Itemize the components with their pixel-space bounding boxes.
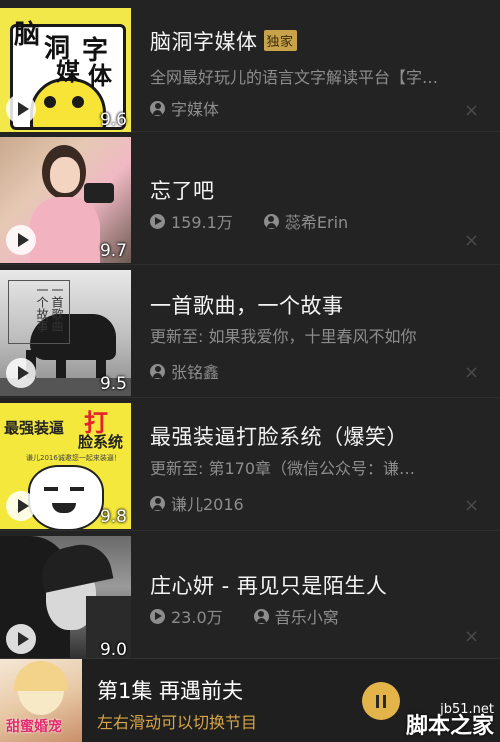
cover-char: 媒 <box>56 58 80 86</box>
author[interactable]: 字媒体 <box>150 96 219 120</box>
exclusive-badge: 独家 <box>263 30 297 51</box>
author-name: 谦儿2016 <box>171 495 244 514</box>
cover-caption: 最强装逼 <box>4 419 65 437</box>
play-count: 159.1万 <box>150 209 233 233</box>
play-icon[interactable] <box>6 358 36 388</box>
pause-icon <box>383 694 386 708</box>
program-meta: 谦儿2016 <box>150 491 270 515</box>
program-subtitle: 全网最好玩儿的语言文字解读平台【字… <box>150 68 439 87</box>
author-name: 张铭鑫 <box>171 363 220 382</box>
program-meta: 张铭鑫 <box>150 359 245 383</box>
list-item[interactable]: 最强装逼 打 脸系统 谦儿2016诚邀您一起来装逼！ 9.8 最强装逼打脸系统（… <box>0 399 500 531</box>
cover-caption: 谦儿2016诚邀您一起来装逼！ <box>26 454 121 462</box>
cover-char: 脑 <box>14 20 41 50</box>
mini-player[interactable]: 甜蜜婚宠 第1集 再遇前夫 左右滑动可以切换节目 jb51.net 脚本之家 <box>0 658 500 742</box>
close-icon[interactable]: × <box>464 364 479 382</box>
program-title: 忘了吧 <box>150 179 215 203</box>
player-hint: 左右滑动可以切换节目 <box>97 713 258 732</box>
cover-image[interactable]: 最强装逼 打 脸系统 谦儿2016诚邀您一起来装逼！ 9.8 <box>0 403 131 529</box>
author-name: 音乐小窝 <box>274 608 339 627</box>
author-name: 蕊希Erin <box>284 213 349 232</box>
rating-score: 9.7 <box>99 241 127 261</box>
player-title: 第1集 再遇前夫 <box>97 679 244 703</box>
cover-char: 体 <box>88 62 112 90</box>
cover-image[interactable]: 一首歌曲一个故事 9.5 <box>0 270 131 396</box>
list-item[interactable]: 一首歌曲一个故事 9.5 一首歌曲，一个故事 更新至: 如果我爱你，十里春风不如… <box>0 266 500 398</box>
rating-score: 9.8 <box>99 507 127 527</box>
play-icon[interactable] <box>6 225 36 255</box>
program-subtitle: 更新至: 第170章（微信公众号：谦… <box>150 459 416 478</box>
watermark-name: 脚本之家 <box>405 714 494 739</box>
cover-image[interactable]: 脑 洞 字 媒 体 9.6 <box>0 8 131 132</box>
program-title: 最强装逼打脸系统（爆笑） <box>150 425 408 449</box>
close-icon[interactable]: × <box>464 628 479 646</box>
program-subtitle: 更新至: 如果我爱你，十里春风不如你 <box>150 327 417 346</box>
pause-button[interactable] <box>362 682 400 720</box>
author[interactable]: 张铭鑫 <box>150 359 219 383</box>
play-icon[interactable] <box>6 94 36 124</box>
rating-score: 9.6 <box>99 110 127 130</box>
list-item[interactable]: 9.7 忘了吧 159.1万 蕊希Erin × <box>0 133 500 265</box>
user-icon <box>150 495 165 511</box>
author[interactable]: 音乐小窝 <box>253 604 339 628</box>
play-icon[interactable] <box>6 491 36 521</box>
program-title-text: 脑洞字媒体 <box>150 30 258 54</box>
user-icon <box>150 100 165 116</box>
author[interactable]: 谦儿2016 <box>150 491 244 515</box>
close-icon[interactable]: × <box>464 102 479 120</box>
user-icon <box>263 213 279 229</box>
play-count-icon <box>150 608 165 624</box>
cover-image[interactable]: 9.7 <box>0 137 131 263</box>
author[interactable]: 蕊希Erin <box>263 209 349 233</box>
play-count-value: 159.1万 <box>171 213 233 232</box>
program-meta: 23.0万 音乐小窝 <box>150 604 365 628</box>
program-meta: 159.1万 蕊希Erin <box>150 209 374 233</box>
author-name: 字媒体 <box>171 100 220 119</box>
cover-caption: 脸系统 <box>78 433 124 451</box>
pause-icon <box>376 694 379 708</box>
program-title: 一首歌曲，一个故事 <box>150 294 344 318</box>
program-title: 庄心妍 - 再见只是陌生人 <box>150 574 388 598</box>
watermark: jb51.net 脚本之家 <box>406 703 494 738</box>
list-item[interactable]: 脑 洞 字 媒 体 9.6 脑洞字媒体 独家 全网最好玩儿的语言文字解读平台【字…… <box>0 0 500 132</box>
program-meta: 字媒体 <box>150 96 245 120</box>
player-cover[interactable]: 甜蜜婚宠 <box>0 659 82 742</box>
program-list: 脑 洞 字 媒 体 9.6 脑洞字媒体 独家 全网最好玩儿的语言文字解读平台【字…… <box>0 0 500 662</box>
play-icon[interactable] <box>6 624 36 654</box>
cover-caption: 一首歌曲一个故事 <box>35 284 64 332</box>
play-count: 23.0万 <box>150 604 223 628</box>
close-icon[interactable]: × <box>464 497 479 515</box>
rating-score: 9.0 <box>99 640 127 660</box>
user-icon <box>150 363 165 379</box>
player-cover-text: 甜蜜婚宠 <box>6 719 62 735</box>
list-item[interactable]: 9.0 庄心妍 - 再见只是陌生人 23.0万 音乐小窝 × <box>0 532 500 664</box>
play-count-icon <box>150 213 165 229</box>
rating-score: 9.5 <box>99 374 127 394</box>
cover-image[interactable]: 9.0 <box>0 536 131 662</box>
user-icon <box>253 608 269 624</box>
close-icon[interactable]: × <box>464 232 479 250</box>
program-title: 脑洞字媒体 独家 <box>150 26 297 56</box>
play-count-value: 23.0万 <box>171 608 223 627</box>
